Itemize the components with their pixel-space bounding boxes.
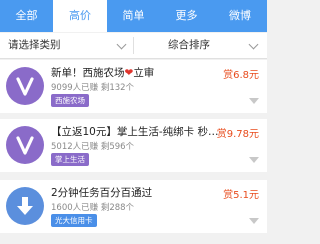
task-title: 2分钟任务百分百通过	[51, 187, 153, 199]
task-reward: 赏5.1元	[223, 190, 259, 201]
task-tag: 掌上生活	[51, 153, 89, 166]
task-reward: 赏6.8元	[223, 70, 259, 81]
task-title: 【立返10元】掌上生活-纯绑卡 秒…	[51, 126, 219, 138]
tab-all[interactable]: 全部	[0, 0, 53, 32]
filter-bar: 请选择类别 综合排序	[0, 33, 267, 59]
tab-high-price[interactable]: 高价	[53, 0, 107, 32]
task-tag: 西施农场	[51, 94, 89, 107]
heart-icon: ❤	[124, 67, 134, 79]
expand-triangle-icon[interactable]	[249, 218, 259, 224]
chevron-down-icon[interactable]	[248, 39, 259, 50]
tab-more[interactable]: 更多	[160, 0, 213, 32]
task-stats: 5012人已赚 剩596个	[51, 142, 135, 152]
expand-triangle-icon[interactable]	[249, 157, 259, 163]
task-tag: 光大信用卡	[51, 214, 97, 227]
sort-select[interactable]: 综合排序	[168, 33, 210, 58]
expand-triangle-icon[interactable]	[249, 98, 259, 104]
task-list-item[interactable]: 【立返10元】掌上生活-纯绑卡 秒… 5012人已赚 剩596个 掌上生活 赏9…	[0, 119, 267, 172]
task-list-item[interactable]: 新单！西施农场❤立审 9099人已赚 剩132个 西施农场 赏6.8元	[0, 60, 267, 113]
v-icon	[6, 67, 44, 105]
task-reward: 赏9.78元	[216, 129, 259, 140]
task-list-item[interactable]: 2分钟任务百分百通过 1600人已赚 剩288个 光大信用卡 赏5.1元	[0, 180, 267, 233]
tab-bar: 全部 高价 简单 更多 微博	[0, 0, 267, 32]
task-stats: 1600人已赚 剩288个	[51, 203, 135, 213]
download-arrow-icon	[6, 187, 44, 225]
v-icon	[6, 126, 44, 164]
tab-weibo[interactable]: 微博	[213, 0, 267, 32]
chevron-down-icon[interactable]	[116, 39, 127, 50]
category-select[interactable]: 请选择类别	[8, 33, 61, 58]
task-stats: 9099人已赚 剩132个	[51, 83, 135, 93]
divider	[133, 37, 134, 54]
task-title: 新单！西施农场❤立审	[51, 67, 155, 79]
tab-simple[interactable]: 简单	[107, 0, 160, 32]
